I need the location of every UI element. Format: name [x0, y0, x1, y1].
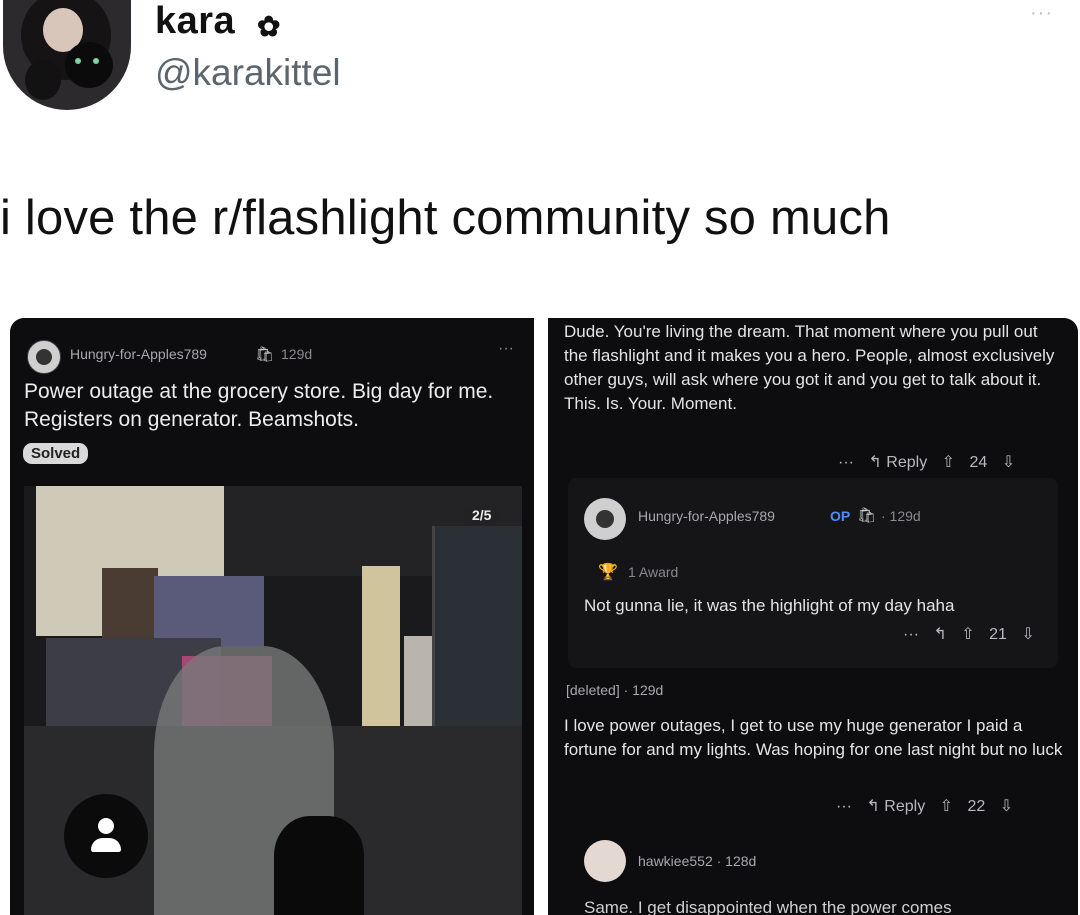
profile-fab-icon[interactable] [64, 794, 148, 878]
upvote-icon[interactable]: ⇧ [940, 796, 953, 816]
reply-author-avatar[interactable] [584, 840, 626, 882]
image-counter: 2/5 [464, 505, 500, 525]
upvote-icon[interactable]: ⇧ [942, 452, 955, 472]
display-name[interactable]: kara [155, 0, 235, 43]
user-handle[interactable]: @karakittel [155, 52, 341, 94]
downvote-icon[interactable]: ⇩ [1002, 452, 1015, 472]
comments-panel: Dude. You're living the dream. That mome… [548, 318, 1078, 915]
comment-actions: ··· ↰ Reply ⇧ 22 ⇩ [826, 796, 1013, 816]
post-flair: Solved [23, 443, 89, 464]
reply-author-username[interactable]: hawkiee552 · 128d [638, 853, 756, 869]
reply-icon[interactable]: ↰ [933, 624, 946, 644]
tweet-text: i love the r/flashlight community so muc… [0, 191, 891, 245]
downvote-icon[interactable]: ⇩ [1021, 624, 1034, 644]
post-photo[interactable]: 2/5 [24, 486, 522, 915]
comment-more-icon[interactable]: ··· [903, 626, 919, 644]
attached-image[interactable]: Hungry-for-Apples789 🛍 129d ··· Power ou… [0, 318, 1080, 915]
comment-more-icon[interactable]: ··· [836, 798, 852, 816]
comment-text: Dude. You're living the dream. That mome… [564, 322, 1055, 413]
post-title[interactable]: Power outage at the grocery store. Big d… [24, 378, 514, 434]
post-author-username[interactable]: Hungry-for-Apples789 [70, 346, 207, 362]
post-author-avatar[interactable] [27, 340, 61, 374]
comment-text: Not gunna lie, it was the highlight of m… [584, 596, 955, 615]
reply-button[interactable]: ↰ Reply [868, 452, 927, 472]
upvote-icon[interactable]: ⇧ [961, 624, 974, 644]
comment-actions: ··· ↰ Reply ⇧ 24 ⇩ [828, 452, 1015, 472]
badge-icon: 🛍 [857, 507, 877, 524]
post-age: 129d [281, 346, 313, 362]
award-label[interactable]: 1 Award [628, 564, 678, 580]
reddit-post-panel: Hungry-for-Apples789 🛍 129d ··· Power ou… [10, 318, 534, 915]
post-more-icon[interactable]: ··· [498, 340, 514, 358]
comment-text: Same. I get disappointed when the power … [584, 898, 952, 915]
reply-button[interactable]: ↰ Reply [866, 796, 925, 816]
reply-age: · 129d [881, 508, 921, 524]
op-badge: OP [830, 508, 851, 524]
vote-count: 21 [989, 626, 1007, 643]
profile-avatar[interactable] [3, 0, 131, 110]
badge-icon: 🛍 [255, 346, 275, 363]
comment-meta: [deleted] · 129d [566, 682, 664, 698]
vote-count: 24 [969, 454, 988, 471]
reply-author-avatar[interactable] [584, 498, 626, 540]
vote-count: 22 [967, 798, 986, 815]
flower-icon: ✿ [257, 11, 281, 42]
downvote-icon[interactable]: ⇩ [1000, 796, 1013, 816]
comment-actions: ··· ↰ ⇧ 21 ⇩ [893, 624, 1035, 644]
comment-more-icon[interactable]: ··· [838, 454, 854, 472]
comment-text: I love power outages, I get to use my hu… [564, 716, 1063, 759]
award-icon: 🏆 [598, 564, 618, 581]
more-options-icon[interactable]: ··· [1030, 2, 1053, 25]
reply-author-username[interactable]: Hungry-for-Apples789 [638, 508, 775, 524]
